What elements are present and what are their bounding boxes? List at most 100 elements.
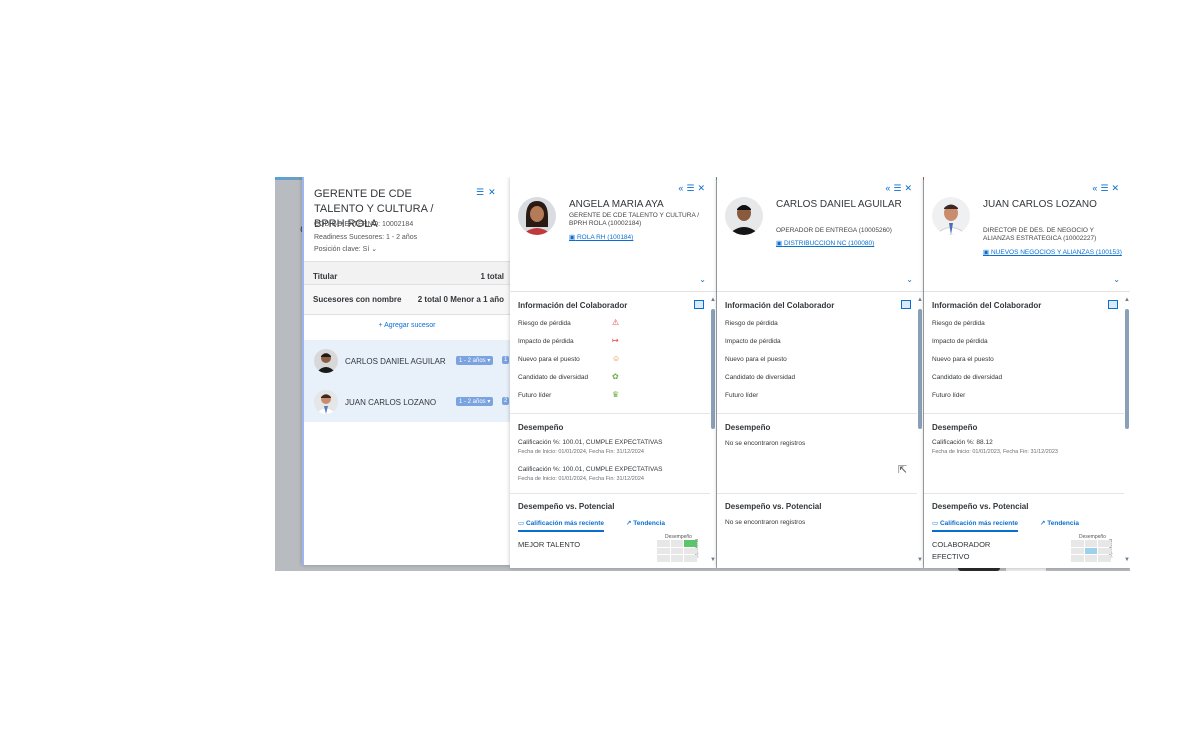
person-header-actions: «☰✕ [885,183,915,194]
info-item: Candidato de diversidad [725,374,796,381]
list-icon[interactable]: ☰ [686,183,697,193]
chevron-down-icon[interactable]: ⌄ [371,246,377,253]
performance-dates: Fecha de Inicio: 01/01/2023, Fecha Fin: … [932,449,1058,455]
list-icon[interactable]: ☰ [476,187,488,197]
scroll-up-icon[interactable]: ▲ [710,297,716,303]
readiness-badge[interactable]: 1 - 2 años ▾ [456,356,494,365]
scroll-thumb[interactable] [918,309,922,429]
close-icon[interactable]: ✕ [904,183,915,193]
list-icon[interactable]: ☰ [893,183,904,193]
org-icon: ▣ [569,234,576,241]
close-icon[interactable]: ✕ [1111,183,1122,193]
performance-rating: Calificación %: 100.01, CUMPLE EXPECTATI… [518,439,663,446]
divider [924,493,1124,494]
close-icon[interactable]: ✕ [488,187,500,197]
expand-icon[interactable] [694,300,704,309]
chevron-down-icon[interactable]: ⌄ [699,275,706,284]
person-name: CARLOS DANIEL AGUILAR [776,199,902,210]
exit-icon: ↦ [612,336,619,345]
scroll-down-icon[interactable]: ▼ [710,557,716,563]
person-card: «☰✕ ANGELA MARIA AYA GERENTE DE CDE TALE… [510,177,716,568]
position-header: GERENTE DE CDE TALENTO Y CULTURA / BPRH … [304,177,510,261]
info-item: Nuevo para el puesto [725,356,787,363]
scrollbar[interactable]: ▲ ▼ [917,295,923,565]
performance-rating: Calificación %: 88.12 [932,439,993,446]
performance-dates: Fecha de Inicio: 01/01/2024, Fecha Fin: … [518,476,644,482]
chevron-down-icon[interactable]: ⌄ [906,275,913,284]
leader-icon: ♛ [612,390,620,399]
person-role: GERENTE DE CDE TALENTO Y CULTURA / BPRH … [569,212,700,227]
person-header: «☰✕ ANGELA MARIA AYA GERENTE DE CDE TALE… [510,177,716,292]
avatar [518,197,556,235]
tab-recent-rating[interactable]: ▭ Calificación más reciente [932,519,1018,532]
performance-rating: Calificación %: 100.01, CUMPLE EXPECTATI… [518,466,663,473]
expand-icon[interactable] [901,300,911,309]
incumbent-label: Titular [313,272,338,281]
info-item: Impacto de pérdida [518,338,574,345]
person-header: «☰✕ JUAN CARLOS LOZANO DIRECTOR DE DES. … [924,177,1130,292]
close-icon[interactable]: ✕ [697,183,708,193]
performance-title: Desempeño [932,423,978,432]
info-item: Candidato de diversidad [932,374,1003,381]
external-code: CODIGO EXTERNO: 10002184 [314,221,414,228]
org-link[interactable]: ▣ DISTRIBUCCION NC (100080) [776,240,916,248]
info-section-title: Información del Colaborador [932,301,1042,310]
avatar [725,197,763,235]
scroll-thumb[interactable] [711,309,715,429]
add-successor-link[interactable]: + Agregar sucesor [304,322,510,329]
info-item: Futuro líder [725,392,759,399]
expand-icon[interactable] [1108,300,1118,309]
perf-potential-title: Desempeño vs. Potencial [932,502,1029,511]
org-link[interactable]: ▣ NUEVOS NEGOCIOS Y ALIANZAS (100153) [983,249,1123,257]
key-position: Posición clave: Sí ⌄ [314,245,377,253]
scroll-down-icon[interactable]: ▼ [917,557,923,563]
performance-title: Desempeño [518,423,564,432]
info-item: Nuevo para el puesto [518,356,580,363]
rank-badge: 1 [502,356,510,364]
tab-trend[interactable]: ↗ Tendencia [626,519,665,527]
successor-item[interactable]: CARLOS DANIEL AGUILAR 1 - 2 años ▾ 1 [304,340,510,380]
successors-label: Sucesores con nombre [313,295,402,304]
successor-name: JUAN CARLOS LOZANO [345,398,437,407]
key-position-label: Posición clave: [314,246,361,253]
scroll-thumb[interactable] [1125,309,1129,429]
person-card: «☰✕ CARLOS DANIEL AGUILAR OPERADOR DE EN… [717,177,923,568]
performance-dates: Fecha de Inicio: 01/01/2024, Fecha Fin: … [518,449,644,455]
tab-trend[interactable]: ↗ Tendencia [1040,519,1079,527]
app-stage: C GERENTE DE CDE TALENTO Y CULTURA / BPR… [275,177,1130,571]
key-position-value[interactable]: Sí [363,246,370,253]
list-icon[interactable]: ☰ [1100,183,1111,193]
diversity-icon: ✿ [612,372,619,381]
nine-box-grid [657,540,697,562]
successors-row[interactable]: Sucesores con nombre 2 total 0 Menor a 1… [304,284,510,315]
mouse-cursor-icon: ⇱ [898,464,908,476]
no-records-text: No se encontraron registros [725,519,806,526]
scrollbar[interactable]: ▲ ▼ [1124,295,1130,565]
successor-name: CARLOS DANIEL AGUILAR [345,357,446,366]
scroll-down-icon[interactable]: ▼ [1124,557,1130,563]
successor-item[interactable]: JUAN CARLOS LOZANO 1 - 2 años ▾ 2 [304,381,510,421]
info-section-title: Información del Colaborador [518,301,628,310]
performance-title: Desempeño [725,423,771,432]
scroll-up-icon[interactable]: ▲ [917,297,923,303]
rank-badge: 2 [502,397,510,405]
readiness-badge[interactable]: 1 - 2 años ▾ [456,397,494,406]
scrollbar[interactable]: ▲ ▼ [710,295,716,565]
person-name: ANGELA MARIA AYA [569,199,664,210]
divider [717,493,917,494]
perf-potential-title: Desempeño vs. Potencial [518,502,615,511]
scroll-up-icon[interactable]: ▲ [1124,297,1130,303]
perf-potential-title: Desempeño vs. Potencial [725,502,822,511]
person-header: «☰✕ CARLOS DANIEL AGUILAR OPERADOR DE EN… [717,177,923,292]
incumbent-count: 1 total [480,272,504,281]
warning-icon: ⚠ [612,318,620,327]
org-link[interactable]: ▣ ROLA RH (100184) [569,234,709,242]
successors-count: 2 total 0 Menor a 1 año [417,295,504,304]
person-role: DIRECTOR DE DES. DE NEGOCIO Y ALIANZAS E… [983,227,1097,242]
position-card: GERENTE DE CDE TALENTO Y CULTURA / BPRH … [302,177,510,565]
person-header-actions: «☰✕ [1092,183,1122,194]
chevron-down-icon[interactable]: ⌄ [1113,275,1120,284]
org-icon: ▣ [776,240,783,247]
readiness-successors: Readiness Sucesores: 1 - 2 años [314,234,418,241]
tab-recent-rating[interactable]: ▭ Calificación más reciente [518,519,604,532]
